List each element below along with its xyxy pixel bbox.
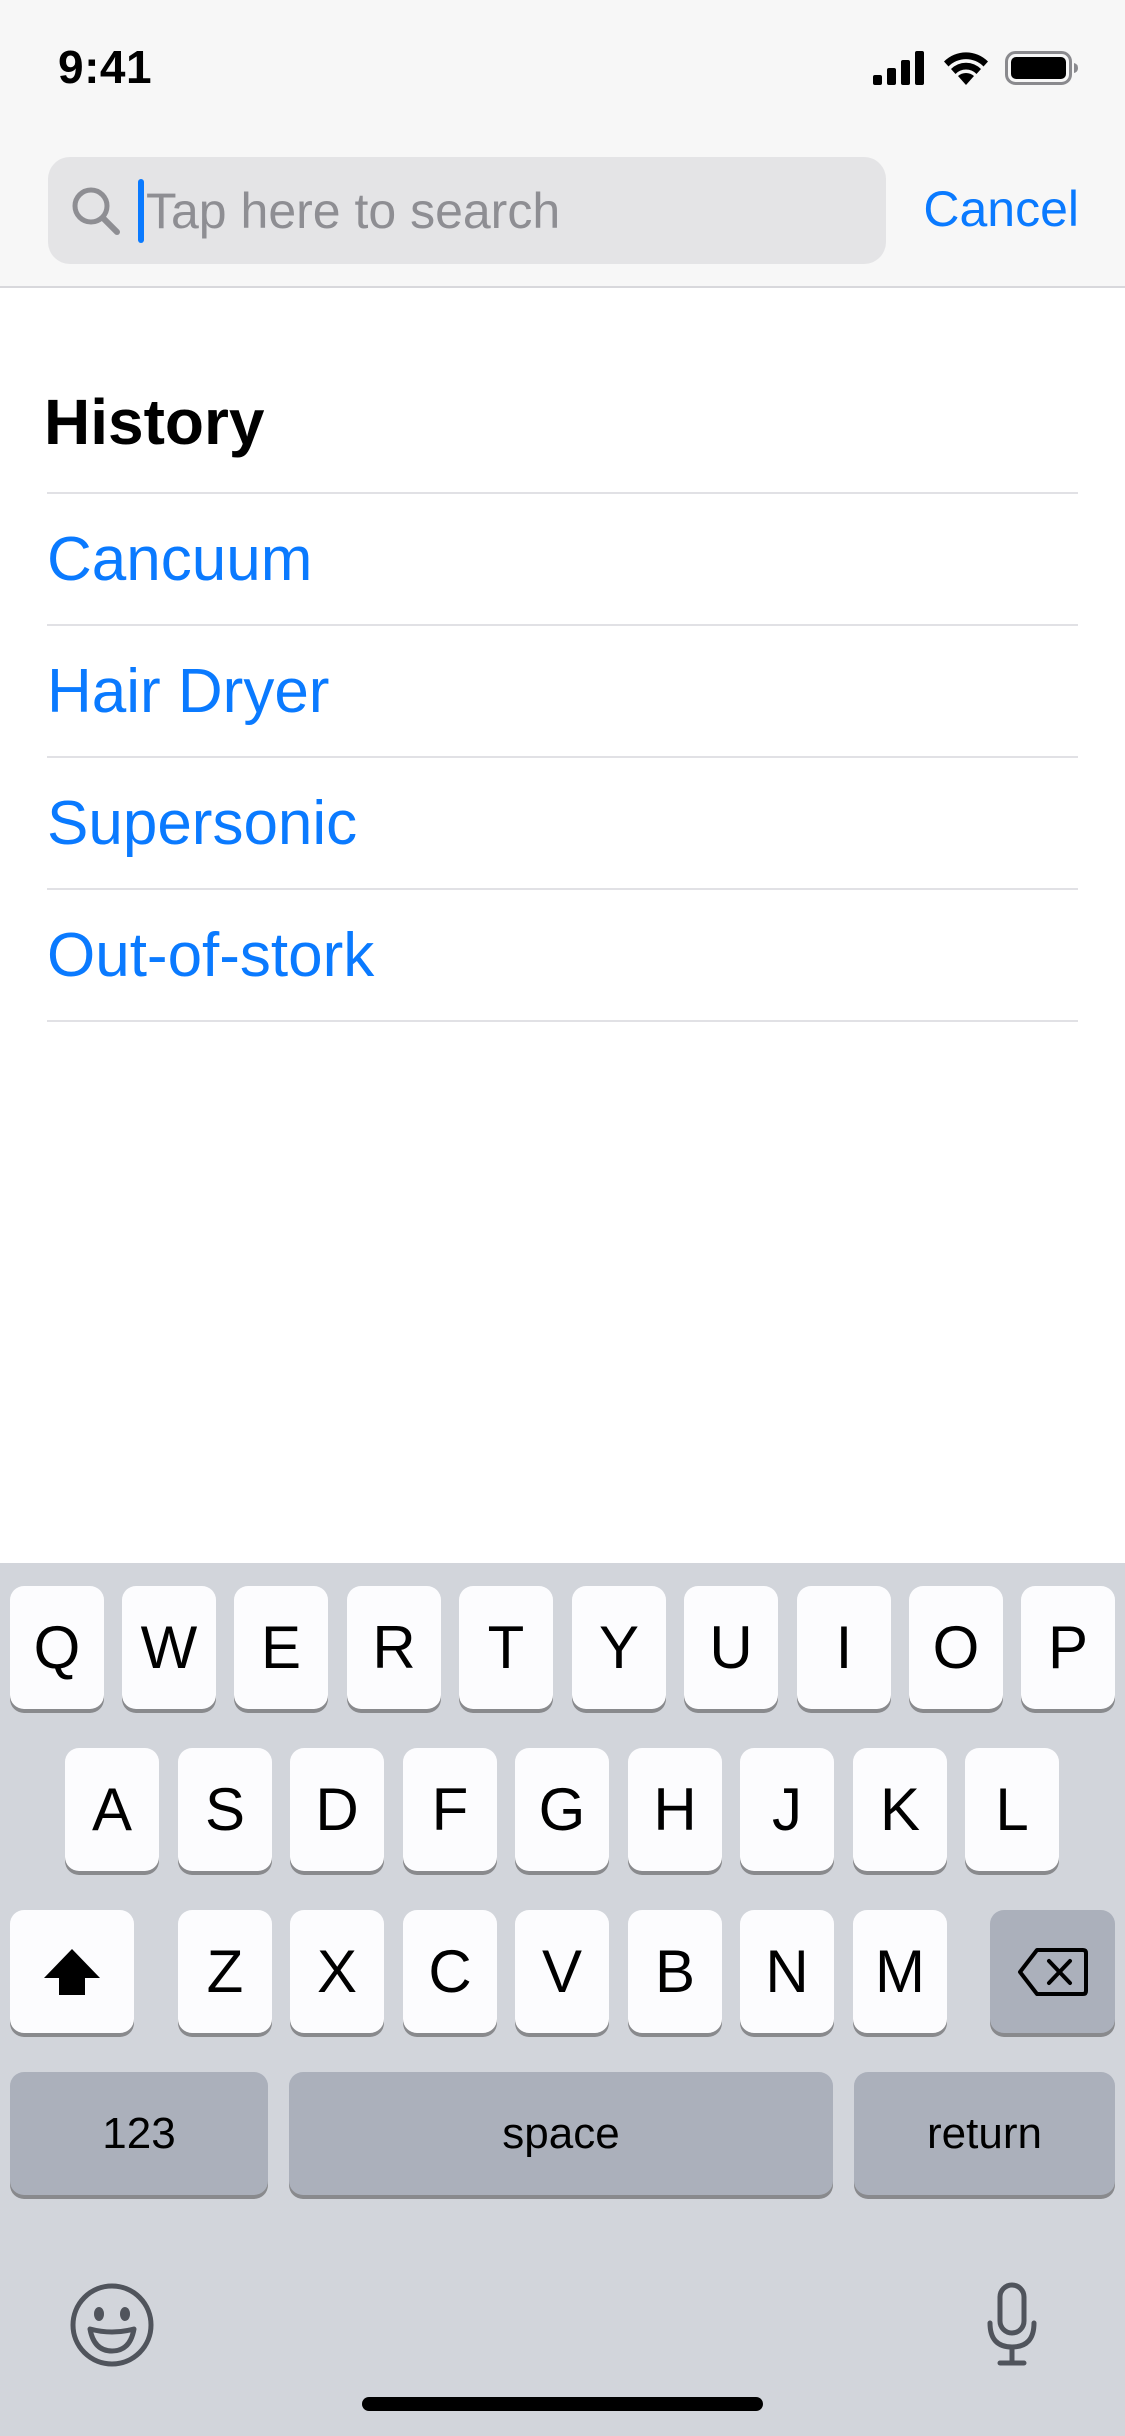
key-s[interactable]: S — [178, 1748, 272, 1871]
emoji-icon[interactable] — [68, 2281, 156, 2369]
search-input[interactable] — [138, 157, 858, 264]
key-w[interactable]: W — [122, 1586, 216, 1709]
top-bar: 9:41 Tap here to search Cancel — [0, 0, 1125, 288]
wifi-icon — [944, 52, 988, 85]
key-o[interactable]: O — [909, 1586, 1003, 1709]
key-i[interactable]: I — [797, 1586, 891, 1709]
key-u[interactable]: U — [684, 1586, 778, 1709]
key-c[interactable]: C — [403, 1910, 497, 2033]
battery-icon — [1005, 51, 1078, 85]
status-icons — [873, 48, 1079, 88]
text-cursor — [138, 179, 144, 243]
cellular-signal-icon — [873, 51, 924, 85]
key-p[interactable]: P — [1021, 1586, 1115, 1709]
status-time: 9:41 — [58, 41, 153, 93]
home-indicator[interactable] — [362, 2397, 763, 2411]
history-item[interactable]: Supersonic — [47, 758, 1078, 890]
keyboard: Q W E R T Y U I O P A S D F G H J K L Z … — [0, 1563, 1125, 2436]
backspace-icon — [1017, 1947, 1088, 1996]
key-f[interactable]: F — [403, 1748, 497, 1871]
history-item[interactable]: Cancuum — [47, 494, 1078, 626]
backspace-key[interactable] — [990, 1910, 1115, 2033]
shift-icon — [44, 1948, 100, 1995]
numbers-key[interactable]: 123 — [10, 2072, 268, 2195]
key-r[interactable]: R — [347, 1586, 441, 1709]
key-g[interactable]: G — [515, 1748, 609, 1871]
space-key[interactable]: space — [289, 2072, 833, 2195]
history-heading: History — [44, 386, 265, 458]
search-screen: 9:41 Tap here to search Cancel History C… — [0, 0, 1125, 2436]
key-b[interactable]: B — [628, 1910, 722, 2033]
search-field[interactable] — [48, 157, 886, 264]
microphone-icon[interactable] — [984, 2281, 1040, 2369]
key-q[interactable]: Q — [10, 1586, 104, 1709]
search-icon — [72, 187, 120, 235]
key-t[interactable]: T — [459, 1586, 553, 1709]
key-j[interactable]: J — [740, 1748, 834, 1871]
history-item[interactable]: Hair Dryer — [47, 626, 1078, 758]
history-list: Cancuum Hair Dryer Supersonic Out-of-sto… — [47, 492, 1078, 1022]
key-h[interactable]: H — [628, 1748, 722, 1871]
key-l[interactable]: L — [965, 1748, 1059, 1871]
key-z[interactable]: Z — [178, 1910, 272, 2033]
key-n[interactable]: N — [740, 1910, 834, 2033]
key-a[interactable]: A — [65, 1748, 159, 1871]
key-d[interactable]: D — [290, 1748, 384, 1871]
cancel-button[interactable]: Cancel — [923, 180, 1079, 238]
key-k[interactable]: K — [853, 1748, 947, 1871]
key-x[interactable]: X — [290, 1910, 384, 2033]
key-v[interactable]: V — [515, 1910, 609, 2033]
key-m[interactable]: M — [853, 1910, 947, 2033]
return-key[interactable]: return — [854, 2072, 1115, 2195]
key-e[interactable]: E — [234, 1586, 328, 1709]
shift-key[interactable] — [10, 1910, 134, 2033]
key-y[interactable]: Y — [572, 1586, 666, 1709]
history-item[interactable]: Out-of-stork — [47, 890, 1078, 1022]
